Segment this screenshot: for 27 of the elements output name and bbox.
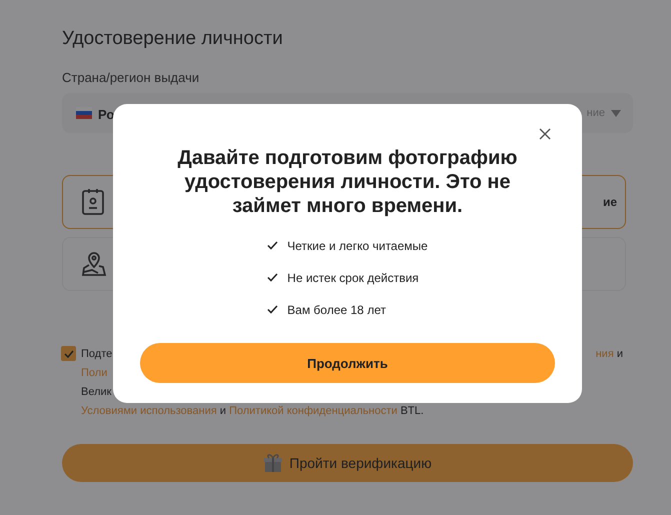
consent-text: и	[616, 348, 623, 360]
consent-text: Подте	[81, 348, 112, 360]
requirement-text: Вам более 18 лет	[287, 302, 386, 316]
check-icon	[267, 305, 278, 314]
caret-icon	[611, 110, 621, 116]
id-card-icon	[81, 188, 105, 216]
dialog-title: Давайте подготовим фотографию удостоверения личности. Это не займет много времени.	[176, 146, 518, 218]
consent-link[interactable]: Политикой конфиденциальности	[229, 404, 398, 416]
requirement-text: Четкие и легко читаемые	[287, 238, 428, 252]
map-pin-icon	[81, 251, 107, 277]
check-icon	[64, 350, 74, 358]
consent-text: Велик	[81, 386, 112, 398]
check-icon	[267, 273, 278, 282]
consent-link[interactable]: Поли	[81, 366, 108, 378]
verify-button[interactable]: Пройти верификацию	[62, 444, 633, 482]
close-icon[interactable]	[539, 128, 551, 140]
gift-icon	[263, 453, 284, 473]
check-icon	[267, 241, 278, 250]
page-title: Удостоверение личности	[62, 28, 284, 51]
requirement-text: Не истек срок действия	[287, 270, 419, 284]
checkbox[interactable]	[61, 346, 76, 361]
field-label: Страна/регион выдачи	[62, 70, 200, 85]
continue-button[interactable]: Продолжить	[140, 343, 555, 383]
consent-text: и	[218, 404, 228, 416]
consent-link[interactable]: ния	[596, 348, 614, 360]
consent-link[interactable]: Условиями использования	[81, 404, 217, 416]
consent-text: BTL.	[399, 404, 424, 416]
